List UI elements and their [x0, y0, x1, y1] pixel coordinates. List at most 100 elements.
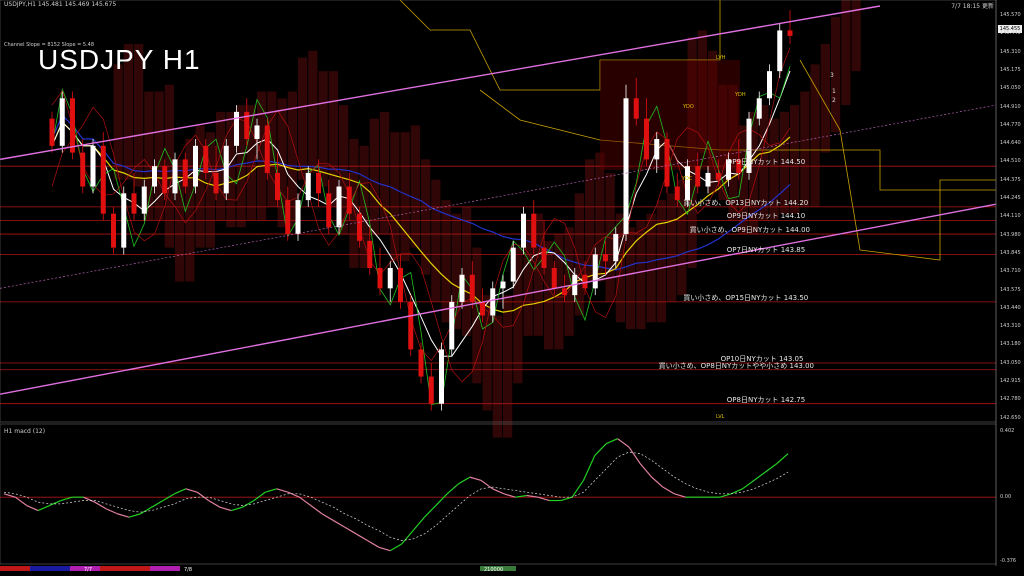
- candle-body: [541, 247, 547, 268]
- macd-segment: [231, 506, 243, 512]
- macd-segment: [151, 499, 164, 508]
- candle-body: [439, 349, 444, 404]
- candle-body: [316, 172, 321, 194]
- candle-body: [387, 267, 393, 289]
- candle-body: [633, 98, 639, 119]
- candle-body: [121, 193, 127, 248]
- candle-body: [480, 301, 485, 316]
- macd-segment: [37, 504, 50, 512]
- cloud-cell: [410, 125, 420, 248]
- macd-segment: [174, 488, 187, 495]
- timeline-bar[interactable]: 7/7 7/8 210000: [0, 566, 1024, 576]
- candle-body: [756, 98, 762, 119]
- candle-body: [285, 200, 291, 235]
- cloud-cell: [626, 227, 636, 330]
- macd-segment: [299, 496, 312, 507]
- macd-segment: [401, 530, 414, 545]
- y-tick-label: 143.980: [1000, 231, 1021, 238]
- y-tick-label: 144.510: [1000, 158, 1021, 165]
- candle-body: [377, 267, 383, 289]
- y-tick-label: 144.245: [1000, 195, 1021, 201]
- candle-body: [49, 118, 55, 146]
- macd-segment: [594, 443, 607, 456]
- macd-segment: [344, 526, 357, 535]
- candle-body: [80, 152, 86, 187]
- level-label: 買い小さめ、OP13日NYカット 144.20: [683, 198, 809, 207]
- macd-segment: [219, 506, 232, 512]
- candle-body: [172, 159, 178, 194]
- macd-segment: [208, 499, 221, 508]
- macd-segment: [617, 438, 630, 448]
- candle-body: [418, 349, 424, 377]
- macd-segment: [753, 471, 766, 481]
- cloud-cell: [113, 64, 123, 180]
- channel-number: 2: [832, 97, 836, 104]
- macd-segment: [367, 540, 380, 548]
- macd-segment: [560, 496, 573, 502]
- macd-segment: [355, 533, 368, 542]
- macd-segment: [196, 491, 209, 501]
- candle-body: [193, 145, 198, 187]
- macd-segment: [719, 493, 732, 498]
- candle-body: [705, 172, 711, 187]
- candle-body: [275, 172, 280, 201]
- macd-segment: [662, 486, 675, 495]
- candle-body: [490, 288, 496, 316]
- candle-body: [428, 376, 434, 404]
- y-tick-label: 142.780: [1000, 396, 1021, 403]
- macd-segment: [480, 479, 493, 490]
- cloud-cell: [298, 57, 308, 180]
- cloud-cell: [492, 315, 502, 438]
- y-tick-label: 145.570: [1000, 12, 1021, 18]
- candle-body: [152, 166, 157, 187]
- level-label: 買い小さめ、OP8日NYカットやや小さめ 143.00: [658, 361, 815, 370]
- channel-number: 3: [830, 72, 834, 79]
- macd-tick-label: -0.376: [1000, 558, 1017, 564]
- zone-tag: YDO: [683, 104, 694, 110]
- cloud-cell: [503, 295, 513, 438]
- macd-segment: [83, 496, 96, 503]
- candle-body: [469, 274, 475, 302]
- y-tick-label: 145.050: [1000, 85, 1021, 92]
- macd-segment: [60, 496, 73, 502]
- candle-body: [644, 118, 649, 160]
- candle-body: [182, 159, 188, 187]
- y-tick-label: 144.770: [1000, 121, 1021, 128]
- candle-body: [777, 30, 783, 72]
- candle-body: [234, 111, 239, 146]
- cloud-cell: [667, 193, 677, 302]
- zone-tag: YDC: [682, 176, 693, 182]
- candle-body: [510, 247, 516, 282]
- y-tick-label: 145.175: [1000, 66, 1021, 73]
- macd-segment: [276, 488, 289, 493]
- candle-body: [398, 267, 403, 302]
- cloud-cell: [369, 118, 379, 235]
- candle-body: [674, 186, 680, 201]
- macd-segment: [435, 493, 448, 506]
- macd-signal: [3, 451, 789, 541]
- candle-body: [213, 172, 219, 194]
- macd-segment: [49, 499, 62, 507]
- candle-body: [521, 213, 526, 248]
- macd-segment: [94, 501, 107, 510]
- cloud-cell: [646, 213, 656, 323]
- y-tick-label: 143.050: [1000, 359, 1021, 366]
- candle-body: [131, 193, 137, 214]
- macd-segment: [458, 476, 471, 485]
- candle-body: [203, 145, 209, 173]
- macd-segment: [764, 463, 777, 473]
- macd-segment: [310, 505, 323, 515]
- macd-segment: [537, 496, 550, 502]
- cloud-cell: [431, 179, 441, 302]
- cloud-cell: [154, 91, 164, 221]
- cloud-cell: [390, 132, 400, 262]
- candle-body: [264, 125, 270, 173]
- level-label: OP7日NYカット 143.85: [726, 246, 806, 255]
- y-tick-label: 144.640: [1000, 140, 1021, 147]
- y-tick-label: 145.310: [1000, 48, 1021, 55]
- cloud-cell: [308, 50, 318, 173]
- macd-segment: [321, 513, 334, 522]
- macd-segment: [503, 493, 516, 498]
- candle-body: [582, 274, 588, 289]
- level-label: OP9日NYカット 144.10: [726, 212, 806, 221]
